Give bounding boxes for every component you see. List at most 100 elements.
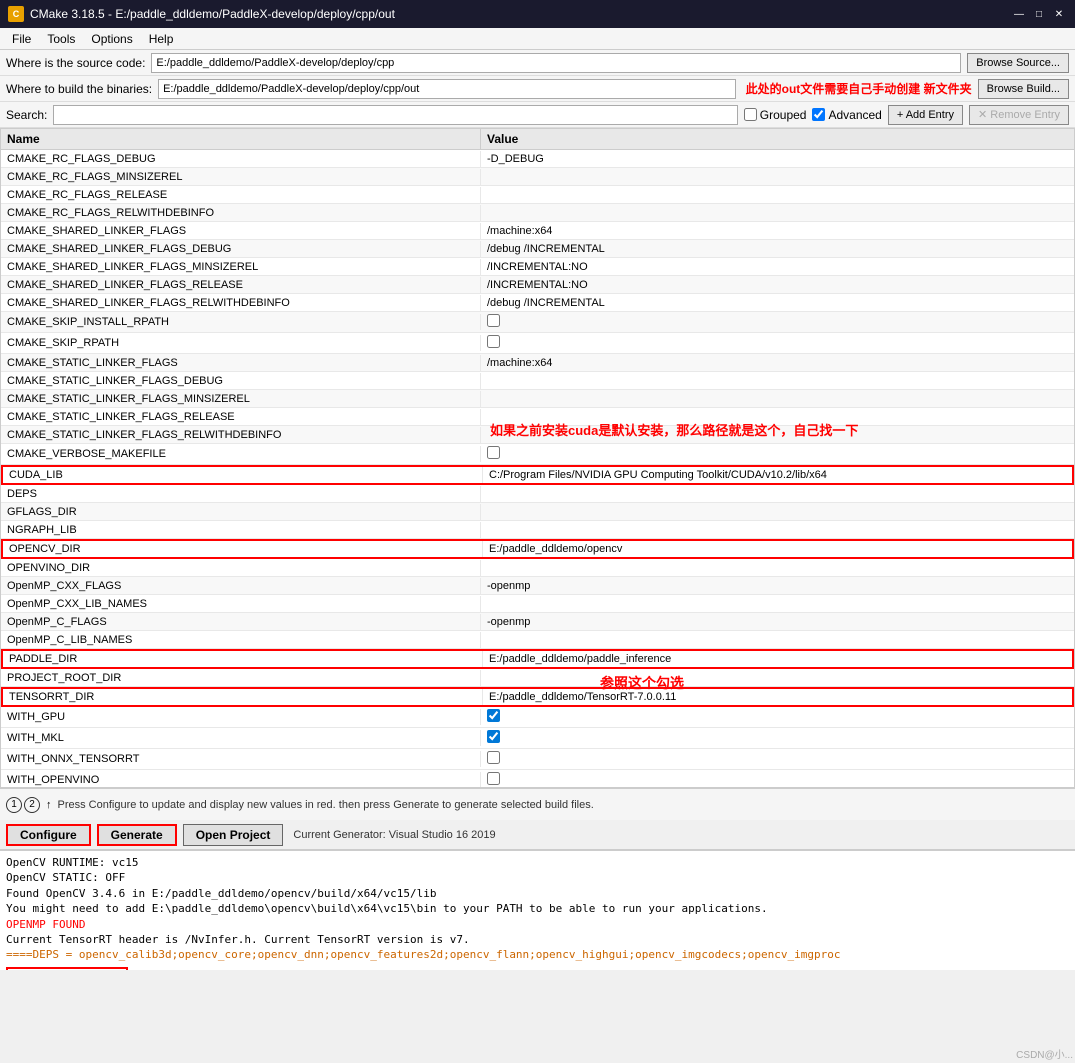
advanced-checkbox[interactable] [812, 108, 825, 121]
row-checkbox[interactable] [487, 751, 500, 764]
maximize-button[interactable]: □ [1031, 6, 1047, 22]
table-row[interactable]: WITH_ONNX_TENSORRT [1, 749, 1074, 770]
table-row[interactable]: CMAKE_RC_FLAGS_RELWITHDEBINFO [1, 204, 1074, 222]
row-name-cell: PADDLE_DIR [3, 651, 483, 667]
configure-button[interactable]: Configure [6, 824, 91, 846]
build-input[interactable] [158, 79, 736, 99]
search-input[interactable] [53, 105, 737, 125]
table-row[interactable]: CMAKE_SKIP_INSTALL_RPATH [1, 312, 1074, 333]
row-name-cell: OpenMP_C_FLAGS [1, 614, 481, 630]
row-value-cell [481, 566, 1074, 570]
row-value-cell [481, 602, 1074, 606]
row-name-cell: OpenMP_CXX_FLAGS [1, 578, 481, 594]
open-project-button[interactable]: Open Project [183, 824, 284, 846]
table-row[interactable]: NGRAPH_LIB [1, 521, 1074, 539]
table-row[interactable]: OpenMP_CXX_FLAGS-openmp [1, 577, 1074, 595]
table-row[interactable]: PADDLE_DIRE:/paddle_ddldemo/paddle_infer… [1, 649, 1074, 669]
row-value-cell[interactable] [481, 333, 1074, 353]
row-name-cell: WITH_GPU [1, 709, 481, 725]
cmake-table[interactable]: Name Value CMAKE_RC_FLAGS_DEBUG-D_DEBUGC… [0, 128, 1075, 788]
table-row[interactable]: WITH_OPENVINO [1, 770, 1074, 788]
build-label: Where to build the binaries: [6, 82, 152, 96]
table-row[interactable]: CMAKE_STATIC_LINKER_FLAGS/machine:x64 [1, 354, 1074, 372]
source-input[interactable] [151, 53, 961, 73]
menu-tools[interactable]: Tools [39, 30, 83, 48]
row-name-cell: OpenMP_CXX_LIB_NAMES [1, 596, 481, 612]
table-row[interactable]: CMAKE_RC_FLAGS_RELEASE [1, 186, 1074, 204]
generate-button[interactable]: Generate [97, 824, 177, 846]
grouped-checkbox[interactable] [744, 108, 757, 121]
action-buttons-row: Configure Generate Open Project Current … [0, 820, 1075, 850]
table-row[interactable]: OpenMP_C_LIB_NAMES [1, 631, 1074, 649]
table-row[interactable]: WITH_MKL [1, 728, 1074, 749]
row-value-cell: /debug /INCREMENTAL [481, 241, 1074, 257]
row-name-cell: CMAKE_STATIC_LINKER_FLAGS_RELEASE [1, 409, 481, 425]
row-name-cell: CMAKE_STATIC_LINKER_FLAGS_MINSIZEREL [1, 391, 481, 407]
table-row[interactable]: GFLAGS_DIR [1, 503, 1074, 521]
menu-file[interactable]: File [4, 30, 39, 48]
close-button[interactable]: ✕ [1051, 6, 1067, 22]
table-row[interactable]: CMAKE_STATIC_LINKER_FLAGS_MINSIZEREL [1, 390, 1074, 408]
table-row[interactable]: CMAKE_STATIC_LINKER_FLAGS_RELWITHDEBINFO [1, 426, 1074, 444]
row-name-cell: CMAKE_SHARED_LINKER_FLAGS_DEBUG [1, 241, 481, 257]
browse-build-button[interactable]: Browse Build... [978, 79, 1069, 99]
table-row[interactable]: CMAKE_SHARED_LINKER_FLAGS_DEBUG/debug /I… [1, 240, 1074, 258]
table-row[interactable]: CMAKE_SHARED_LINKER_FLAGS_MINSIZEREL/INC… [1, 258, 1074, 276]
row-value-cell[interactable] [481, 312, 1074, 332]
row-checkbox[interactable] [487, 314, 500, 327]
row-checkbox[interactable] [487, 446, 500, 459]
table-row[interactable]: CMAKE_SHARED_LINKER_FLAGS_RELWITHDEBINFO… [1, 294, 1074, 312]
table-row[interactable]: CMAKE_RC_FLAGS_MINSIZEREL [1, 168, 1074, 186]
row-value-cell: E:/paddle_ddldemo/opencv [483, 541, 1072, 557]
table-row[interactable]: OPENVINO_DIR [1, 559, 1074, 577]
output-line: You might need to add E:\paddle_ddldemo\… [6, 901, 1069, 916]
row-value-cell[interactable] [481, 444, 1074, 464]
row-value-cell[interactable] [481, 749, 1074, 769]
row-value-cell[interactable] [481, 728, 1074, 748]
menu-options[interactable]: Options [83, 30, 140, 48]
row-value-cell: C:/Program Files/NVIDIA GPU Computing To… [483, 467, 1072, 483]
row-value-cell [481, 415, 1074, 419]
grouped-label[interactable]: Grouped [760, 108, 807, 122]
advanced-label[interactable]: Advanced [828, 108, 881, 122]
table-row[interactable]: CMAKE_SKIP_RPATH [1, 333, 1074, 354]
step2: 2 [24, 797, 40, 813]
table-row[interactable]: OPENCV_DIRE:/paddle_ddldemo/opencv [1, 539, 1074, 559]
row-value-cell: /INCREMENTAL:NO [481, 259, 1074, 275]
row-name-cell: CMAKE_SHARED_LINKER_FLAGS_RELEASE [1, 277, 481, 293]
browse-source-button[interactable]: Browse Source... [967, 53, 1069, 73]
table-row[interactable]: DEPS [1, 485, 1074, 503]
table-row[interactable]: CMAKE_STATIC_LINKER_FLAGS_RELEASE [1, 408, 1074, 426]
add-entry-button[interactable]: + Add Entry [888, 105, 963, 125]
table-row[interactable]: CMAKE_RC_FLAGS_DEBUG-D_DEBUG [1, 150, 1074, 168]
table-row[interactable]: CMAKE_STATIC_LINKER_FLAGS_DEBUG [1, 372, 1074, 390]
row-checkbox[interactable] [487, 730, 500, 743]
table-row[interactable]: OpenMP_CXX_LIB_NAMES [1, 595, 1074, 613]
row-value-cell: /INCREMENTAL:NO [481, 277, 1074, 293]
table-row[interactable]: PROJECT_ROOT_DIR [1, 669, 1074, 687]
table-row[interactable]: TENSORRT_DIRE:/paddle_ddldemo/TensorRT-7… [1, 687, 1074, 707]
search-label: Search: [6, 108, 47, 122]
remove-entry-button[interactable]: ✕ Remove Entry [969, 105, 1069, 125]
row-name-cell: CMAKE_STATIC_LINKER_FLAGS [1, 355, 481, 371]
table-row[interactable]: CMAKE_SHARED_LINKER_FLAGS/machine:x64 [1, 222, 1074, 240]
table-row[interactable]: CMAKE_VERBOSE_MAKEFILE [1, 444, 1074, 465]
row-name-cell: CMAKE_RC_FLAGS_MINSIZEREL [1, 169, 481, 185]
row-checkbox[interactable] [487, 772, 500, 785]
table-row[interactable]: CUDA_LIBC:/Program Files/NVIDIA GPU Comp… [1, 465, 1074, 485]
minimize-button[interactable]: — [1011, 6, 1027, 22]
row-checkbox[interactable] [487, 335, 500, 348]
table-row[interactable]: WITH_GPU [1, 707, 1074, 728]
table-row[interactable]: OpenMP_C_FLAGS-openmp [1, 613, 1074, 631]
menu-help[interactable]: Help [141, 30, 182, 48]
row-value-cell[interactable] [481, 707, 1074, 727]
row-name-cell: CMAKE_VERBOSE_MAKEFILE [1, 446, 481, 462]
success-area: Configuring done Generating done 说明成功 [6, 965, 1069, 970]
output-line: ====DEPS = opencv_calib3d;opencv_core;op… [6, 947, 1069, 962]
row-name-cell: CMAKE_SHARED_LINKER_FLAGS_RELWITHDEBINFO [1, 295, 481, 311]
row-checkbox[interactable] [487, 709, 500, 722]
table-row[interactable]: CMAKE_SHARED_LINKER_FLAGS_RELEASE/INCREM… [1, 276, 1074, 294]
row-value-cell[interactable] [481, 770, 1074, 788]
output-line: Found OpenCV 3.4.6 in E:/paddle_ddldemo/… [6, 886, 1069, 901]
row-value-cell: E:/paddle_ddldemo/paddle_inference [483, 651, 1072, 667]
